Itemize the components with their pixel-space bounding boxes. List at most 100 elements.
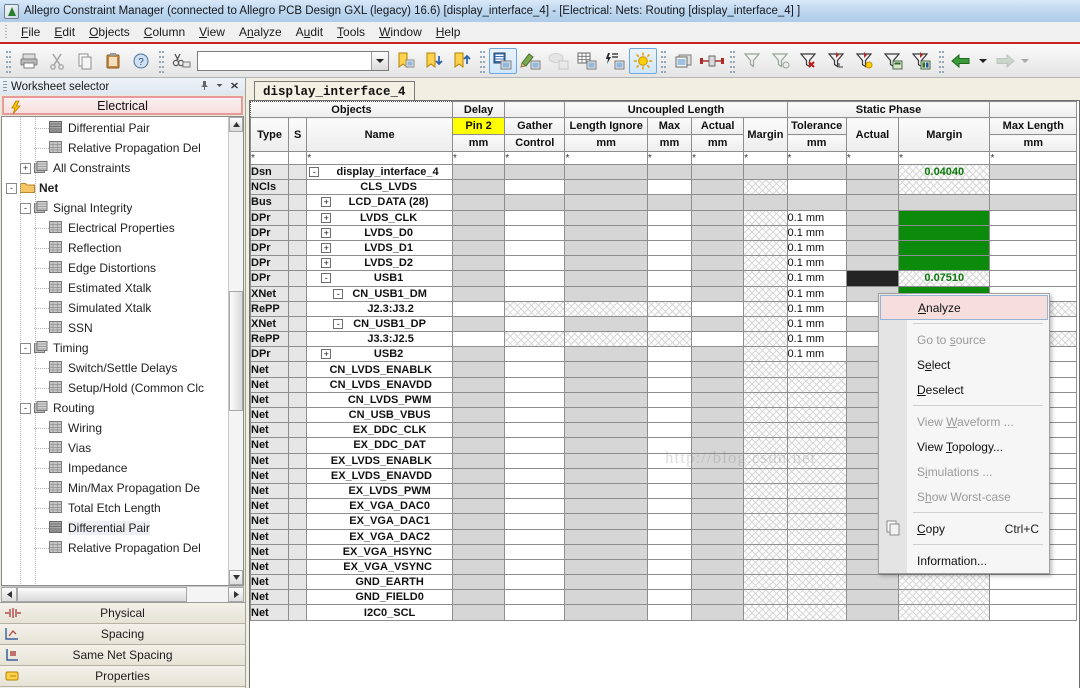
cell-gather-control[interactable]	[504, 558, 566, 576]
menu-analyze[interactable]: Analyze	[232, 23, 289, 41]
cell-actual-uncoupled[interactable]	[691, 239, 745, 257]
cell-s[interactable]	[288, 498, 308, 515]
cell-type[interactable]: NCls	[250, 179, 290, 196]
cell-actual-static[interactable]	[845, 574, 900, 591]
menu-help[interactable]: Help	[429, 23, 468, 41]
cell-pin2[interactable]	[451, 285, 506, 302]
filter-cell[interactable]: *	[564, 151, 648, 165]
row-expand-icon[interactable]: +	[321, 197, 332, 208]
cell-gather-control[interactable]	[504, 589, 566, 606]
cell-s[interactable]	[288, 391, 308, 409]
cell-margin-static[interactable]	[898, 239, 991, 257]
cell-length-ignore[interactable]	[564, 391, 648, 409]
forward-dropdown-chevron-down-icon[interactable]	[1018, 48, 1032, 74]
cell-pin2[interactable]	[451, 543, 506, 560]
col-header-s[interactable]: S	[288, 117, 308, 152]
cell-pin2[interactable]	[451, 452, 506, 469]
cell-pin2[interactable]	[451, 179, 506, 196]
cell-name[interactable]: + LVDS_D0	[306, 224, 453, 241]
cell-s[interactable]	[288, 224, 308, 241]
cell-name[interactable]: EX_VGA_DAC1	[306, 513, 453, 530]
cell-max[interactable]	[646, 513, 693, 530]
cell-max[interactable]	[646, 589, 693, 606]
cell-s[interactable]	[288, 482, 308, 500]
cell-margin-uncoupled[interactable]	[743, 346, 788, 363]
cloud-icon[interactable]	[545, 48, 573, 74]
cell-margin-uncoupled[interactable]	[743, 224, 788, 241]
cell-pin2[interactable]	[451, 224, 506, 241]
col-header-name[interactable]: Name	[306, 117, 453, 152]
scroll-left-button[interactable]	[1, 587, 17, 602]
cell-max[interactable]	[646, 331, 693, 348]
cell-pin2[interactable]	[451, 331, 506, 348]
cell-max-length[interactable]	[989, 194, 1077, 211]
cell-name[interactable]: EX_LVDS_PWM	[306, 482, 453, 500]
cell-margin-uncoupled[interactable]	[743, 422, 788, 439]
cell-max[interactable]	[646, 376, 693, 393]
cell-tolerance[interactable]	[786, 482, 847, 500]
cell-pin2[interactable]	[451, 498, 506, 515]
cell-type[interactable]: RePP	[250, 300, 290, 317]
cell-margin-static[interactable]	[898, 194, 991, 211]
cell-name[interactable]: CN_LVDS_PWM	[306, 391, 453, 409]
cell-max[interactable]	[646, 498, 693, 515]
highlight-icon[interactable]	[629, 47, 657, 74]
cell-type[interactable]: Dsn	[250, 163, 290, 181]
scroll-down-button[interactable]	[229, 570, 243, 585]
cell-s[interactable]	[288, 543, 308, 560]
cut-icon[interactable]	[43, 48, 71, 74]
cell-tolerance[interactable]: 0.1 mm	[786, 224, 847, 241]
cell-s[interactable]	[288, 239, 308, 257]
menu-window[interactable]: Window	[372, 23, 429, 41]
cell-tolerance[interactable]	[786, 604, 847, 621]
category-physical[interactable]: Physical	[0, 603, 245, 624]
cell-actual-uncoupled[interactable]	[691, 209, 745, 226]
menu-edit[interactable]: Edit	[47, 23, 82, 41]
cell-tolerance[interactable]	[786, 437, 847, 454]
filter-clear-icon[interactable]	[767, 48, 795, 74]
cell-tolerance[interactable]	[786, 589, 847, 606]
cell-pin2[interactable]	[451, 406, 506, 424]
cell-max[interactable]	[646, 482, 693, 500]
bookmark-up-icon[interactable]	[448, 48, 476, 74]
cell-max[interactable]	[646, 467, 693, 484]
cell-length-ignore[interactable]	[564, 604, 648, 621]
cell-actual-static[interactable]	[845, 589, 900, 606]
cell-name[interactable]: EX_VGA_DAC2	[306, 528, 453, 545]
cell-name[interactable]: CN_LVDS_ENABLK	[306, 361, 453, 378]
cell-gather-control[interactable]	[504, 528, 566, 545]
cell-name[interactable]: EX_VGA_DAC0	[306, 498, 453, 515]
cell-actual-uncoupled[interactable]	[691, 270, 745, 287]
cell-margin-static[interactable]	[898, 574, 991, 591]
table-row[interactable]: DPr + LVDS_D1 0.1 mm	[250, 239, 1077, 257]
cell-margin-static[interactable]	[898, 179, 991, 196]
cell-tolerance[interactable]: 0.1 mm	[786, 331, 847, 348]
cell-type[interactable]: DPr	[250, 224, 290, 241]
table-row[interactable]: Net GND_FIELD0	[250, 589, 1077, 606]
cell-name[interactable]: EX_DDC_DAT	[306, 437, 453, 454]
search-input[interactable]	[197, 50, 389, 71]
cell-actual-static[interactable]	[845, 224, 900, 241]
cell-tolerance[interactable]	[786, 513, 847, 530]
net-icon[interactable]	[698, 48, 726, 74]
col-header-margin-static[interactable]: Margin	[898, 117, 991, 152]
cell-tolerance[interactable]	[786, 498, 847, 515]
row-collapse-icon[interactable]: -	[309, 167, 320, 178]
cell-max-length[interactable]	[989, 589, 1077, 606]
tree-expand-icon[interactable]: +	[20, 162, 31, 174]
help-icon[interactable]: ?	[127, 48, 155, 74]
cell-max[interactable]	[646, 604, 693, 621]
cell-pin2[interactable]	[451, 300, 506, 317]
cell-s[interactable]	[288, 513, 308, 530]
menu-grip[interactable]	[4, 24, 10, 40]
cell-tolerance[interactable]	[786, 558, 847, 576]
col-header-max[interactable]: Max	[646, 117, 693, 135]
cell-type[interactable]: DPr	[250, 270, 290, 287]
electrical-category-button[interactable]: Electrical	[2, 96, 243, 115]
cell-pin2[interactable]	[451, 270, 506, 287]
cell-actual-static[interactable]	[845, 179, 900, 196]
context-menu-item-view-topology[interactable]: View Topology...	[879, 434, 1049, 459]
cell-gather-control[interactable]	[504, 285, 566, 302]
cell-margin-uncoupled[interactable]	[743, 361, 788, 378]
cell-tolerance[interactable]	[786, 361, 847, 378]
